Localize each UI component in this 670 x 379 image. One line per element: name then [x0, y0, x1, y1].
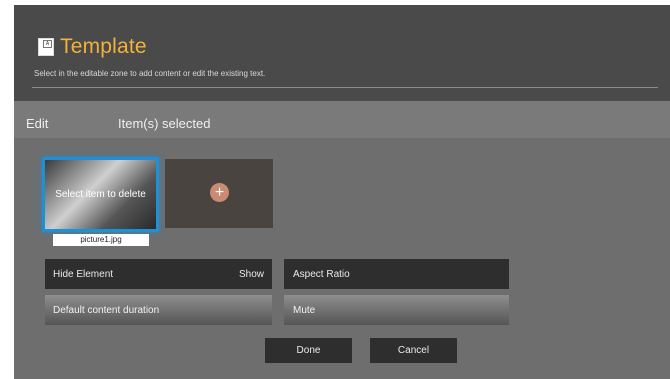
- title-row: A Template: [38, 35, 147, 59]
- page-subtitle: Select in the editable zone to add conte…: [34, 69, 266, 78]
- cancel-button[interactable]: Cancel: [370, 338, 457, 363]
- default-content-duration-option[interactable]: Default content duration: [45, 295, 272, 325]
- template-icon-inner: A: [43, 40, 52, 48]
- template-panel: A Template Select in the editable zone t…: [14, 5, 670, 379]
- hide-element-label: Hide Element: [53, 268, 114, 280]
- mute-option[interactable]: Mute: [284, 295, 509, 325]
- items-selected-label: Item(s) selected: [118, 116, 211, 131]
- edit-label[interactable]: Edit: [26, 116, 48, 131]
- plus-icon[interactable]: +: [210, 183, 229, 202]
- template-icon: A: [38, 38, 54, 56]
- header: A Template Select in the editable zone t…: [14, 5, 670, 101]
- hide-element-option[interactable]: Hide Element Show: [45, 259, 272, 289]
- hide-element-value: Show: [238, 268, 264, 280]
- edit-bar: Edit Item(s) selected: [14, 101, 670, 138]
- default-duration-label: Default content duration: [53, 304, 160, 316]
- aspect-ratio-label: Aspect Ratio: [293, 268, 350, 280]
- selected-item-thumbnail[interactable]: Select item to delete: [45, 160, 156, 229]
- aspect-ratio-option[interactable]: Aspect Ratio: [284, 259, 509, 289]
- done-button[interactable]: Done: [265, 338, 352, 363]
- item-filename: picture1.jpg: [53, 234, 149, 246]
- select-item-to-delete-text: Select item to delete: [55, 189, 146, 200]
- header-divider: [32, 87, 658, 88]
- content-area: Select item to delete picture1.jpg + Hid…: [14, 138, 670, 379]
- mute-label: Mute: [293, 304, 316, 316]
- page-title: Template: [60, 35, 147, 58]
